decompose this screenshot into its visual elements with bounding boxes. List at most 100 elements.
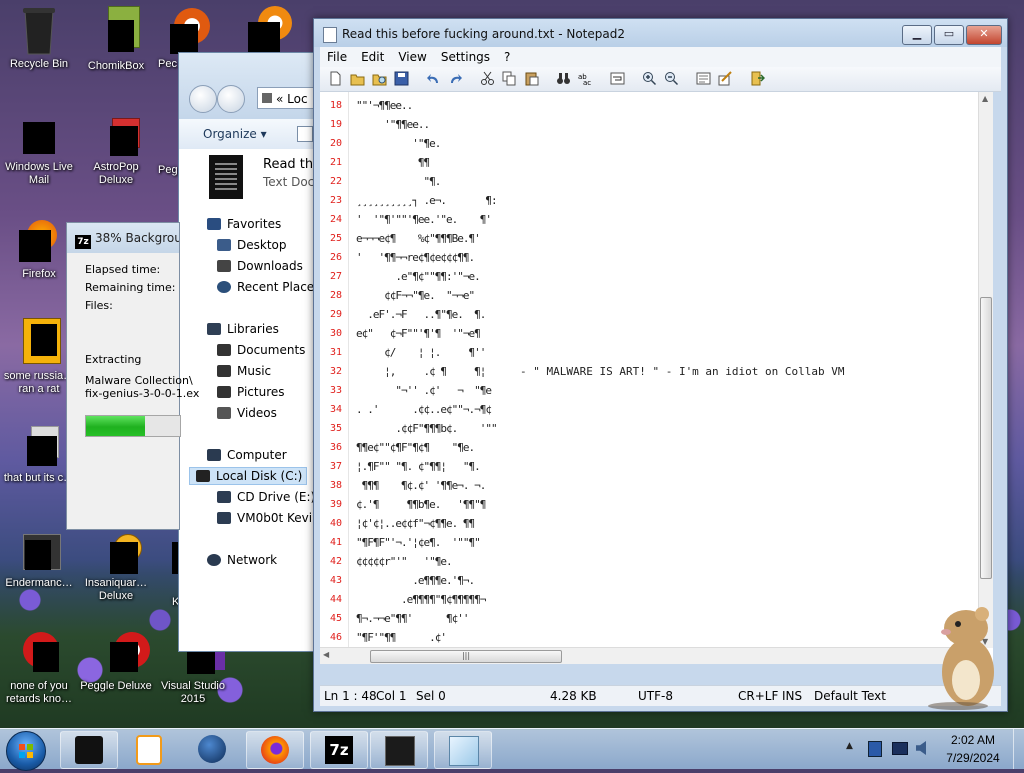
text-line: 38 ¶¶¶ ¶¢.¢' '¶¶e¬. ¬. <box>320 476 980 495</box>
zoom-in-icon[interactable] <box>642 71 657 86</box>
menu-view[interactable]: View <box>391 47 433 67</box>
star-icon <box>207 218 221 230</box>
menu-file[interactable]: File <box>320 47 354 67</box>
exit-icon[interactable] <box>750 71 765 86</box>
desktop-icon-label: ChomikBox <box>87 60 145 72</box>
start-button[interactable] <box>6 731 46 771</box>
line-text: "¬'' .¢' ¬ "¶e <box>356 384 492 397</box>
nav-computer[interactable]: Computer <box>207 448 287 462</box>
redo-icon[interactable] <box>448 71 463 86</box>
menu-help[interactable]: ? <box>497 47 517 67</box>
replace-icon[interactable]: abac <box>578 71 593 86</box>
zoom-out-icon[interactable] <box>664 71 679 86</box>
taskbar-media-player-button[interactable] <box>120 731 176 767</box>
nav-libraries[interactable]: Libraries <box>207 322 279 336</box>
forward-button[interactable] <box>217 85 245 113</box>
new-file-icon[interactable] <box>328 71 343 86</box>
address-bar[interactable]: « Loc <box>257 87 319 109</box>
nav-videos[interactable]: Videos <box>217 406 277 420</box>
paste-icon[interactable] <box>524 71 539 86</box>
network-tray-icon[interactable] <box>868 741 882 757</box>
nav-network-drive[interactable]: VM0b0t KevinS <box>217 511 327 525</box>
display-tray-icon[interactable] <box>892 742 908 755</box>
taskbar-notepad2-button[interactable] <box>434 731 492 769</box>
line-text: ¶¶ <box>356 156 430 169</box>
browse-icon[interactable] <box>372 71 387 86</box>
cut-icon[interactable] <box>480 71 495 86</box>
elapsed-label: Elapsed time: <box>85 263 161 276</box>
desktop-icon-chomikbox[interactable]: ChomikBox <box>78 6 154 73</box>
line-number: 27 <box>329 271 342 282</box>
nav-cd-drive[interactable]: CD Drive (E:) <box>217 490 315 504</box>
taskbar-explorer-button[interactable] <box>60 731 118 769</box>
show-desktop-button[interactable] <box>1013 729 1024 769</box>
nav-network[interactable]: Network <box>207 553 277 567</box>
line-number: 35 <box>329 423 342 434</box>
vertical-scrollbar[interactable]: ▲ ▼ <box>978 92 993 648</box>
desktop-icon-recycle-bin[interactable]: Recycle Bin <box>1 6 77 71</box>
taskbar-firefox-button[interactable] <box>246 731 304 769</box>
menu-edit[interactable]: Edit <box>354 47 391 67</box>
line-number: 38 <box>329 480 342 491</box>
nav-local-disk[interactable]: Local Disk (C:) <box>189 467 308 485</box>
clock-time[interactable]: 2:02 AM <box>938 733 1008 747</box>
desktop-icon-insaniquarium[interactable]: Insaniquar… Deluxe <box>78 534 154 603</box>
desktop-icon-endermanch[interactable]: Endermanc… <box>1 534 77 590</box>
nav-pictures[interactable]: Pictures <box>217 385 285 399</box>
line-number: 26 <box>329 252 342 263</box>
nav-documents[interactable]: Documents <box>217 343 305 357</box>
desktop-icon-none-of-you[interactable]: none of you retards kno… <box>1 632 77 706</box>
text-line: 28 ¢¢F¬¬"¶e. "¬¬e" <box>320 286 980 305</box>
clock-date[interactable]: 7/29/2024 <box>938 751 1008 765</box>
scroll-left-arrow[interactable]: ◀ <box>323 650 329 659</box>
nav-recent-places[interactable]: Recent Places <box>217 280 320 294</box>
line-number: 43 <box>329 575 342 586</box>
folder-icon <box>262 93 272 103</box>
word-wrap-icon[interactable] <box>610 71 625 86</box>
taskbar-globe-button[interactable] <box>184 731 240 767</box>
text-line: 23 ¸¸¸¸¸¸¸¸¸¸┐ .e¬. ¶: <box>320 191 980 210</box>
vertical-scroll-thumb[interactable] <box>980 297 992 579</box>
nav-label: Downloads <box>237 259 303 273</box>
show-hidden-icons-icon[interactable]: ▲ <box>846 741 853 751</box>
minimize-button[interactable]: ▁ <box>902 25 932 45</box>
nav-downloads[interactable]: Downloads <box>217 259 303 273</box>
text-editor[interactable]: 18 ""'¬¶¶ee.. 19 '"¶¶ee.. 20 '"¶e. 21 ¶¶ 22 "… <box>320 92 993 664</box>
maximize-button[interactable]: ▭ <box>934 25 964 45</box>
close-button[interactable]: ✕ <box>966 25 1002 45</box>
find-icon[interactable] <box>556 71 571 86</box>
7zip-progress-window[interactable]: 7z 38% Background Elapsed time: Remaining… <box>66 222 199 530</box>
line-number: 21 <box>329 157 342 168</box>
nav-favorites[interactable]: Favorites <box>207 217 281 231</box>
menu-settings[interactable]: Settings <box>434 47 497 67</box>
text-line: 42 ¢¢¢¢¢r"'" '"¶e. <box>320 552 980 571</box>
volume-tray-icon[interactable] <box>916 741 926 755</box>
taskbar-7zip-button[interactable]: 7z <box>310 731 368 769</box>
globe-icon <box>198 735 226 763</box>
desktop-icon-top-partial[interactable] <box>248 6 298 56</box>
desktop-icon-astropop[interactable]: AstroPop Deluxe <box>78 118 154 187</box>
copy-icon[interactable] <box>502 71 517 86</box>
customize-icon[interactable] <box>718 71 733 86</box>
scroll-up-arrow[interactable]: ▲ <box>982 94 988 103</box>
horizontal-scrollbar[interactable]: ◀ ||| ▶ <box>320 647 979 664</box>
desktop-icon-peggle-deluxe[interactable]: Peggle Deluxe <box>78 632 154 693</box>
nav-music[interactable]: Music <box>217 364 271 378</box>
taskbar-app-button[interactable] <box>370 731 428 769</box>
horizontal-scroll-thumb[interactable]: ||| <box>370 650 562 663</box>
nav-label: Pictures <box>237 385 285 399</box>
peggle-icon <box>19 632 59 672</box>
desktop-icon-label: none of you retards kno… <box>5 680 73 705</box>
scheme-icon[interactable] <box>696 71 711 86</box>
notepad2-window[interactable]: Read this before fucking around.txt - No… <box>313 18 1008 712</box>
desktop-icon-windows-live-mail[interactable]: Windows Live Mail <box>1 118 77 187</box>
undo-icon[interactable] <box>426 71 441 86</box>
open-folder-icon[interactable] <box>350 71 365 86</box>
explorer-window[interactable]: « Loc Organize ▾ Read this Text Docu Fav… <box>178 52 327 652</box>
save-icon[interactable] <box>394 71 409 86</box>
nav-desktop[interactable]: Desktop <box>217 238 287 252</box>
view-icon[interactable] <box>297 126 313 142</box>
organize-button[interactable]: Organize ▾ <box>203 127 267 141</box>
7zip-title-bar: 7z 38% Background <box>67 223 179 253</box>
back-button[interactable] <box>189 85 217 113</box>
